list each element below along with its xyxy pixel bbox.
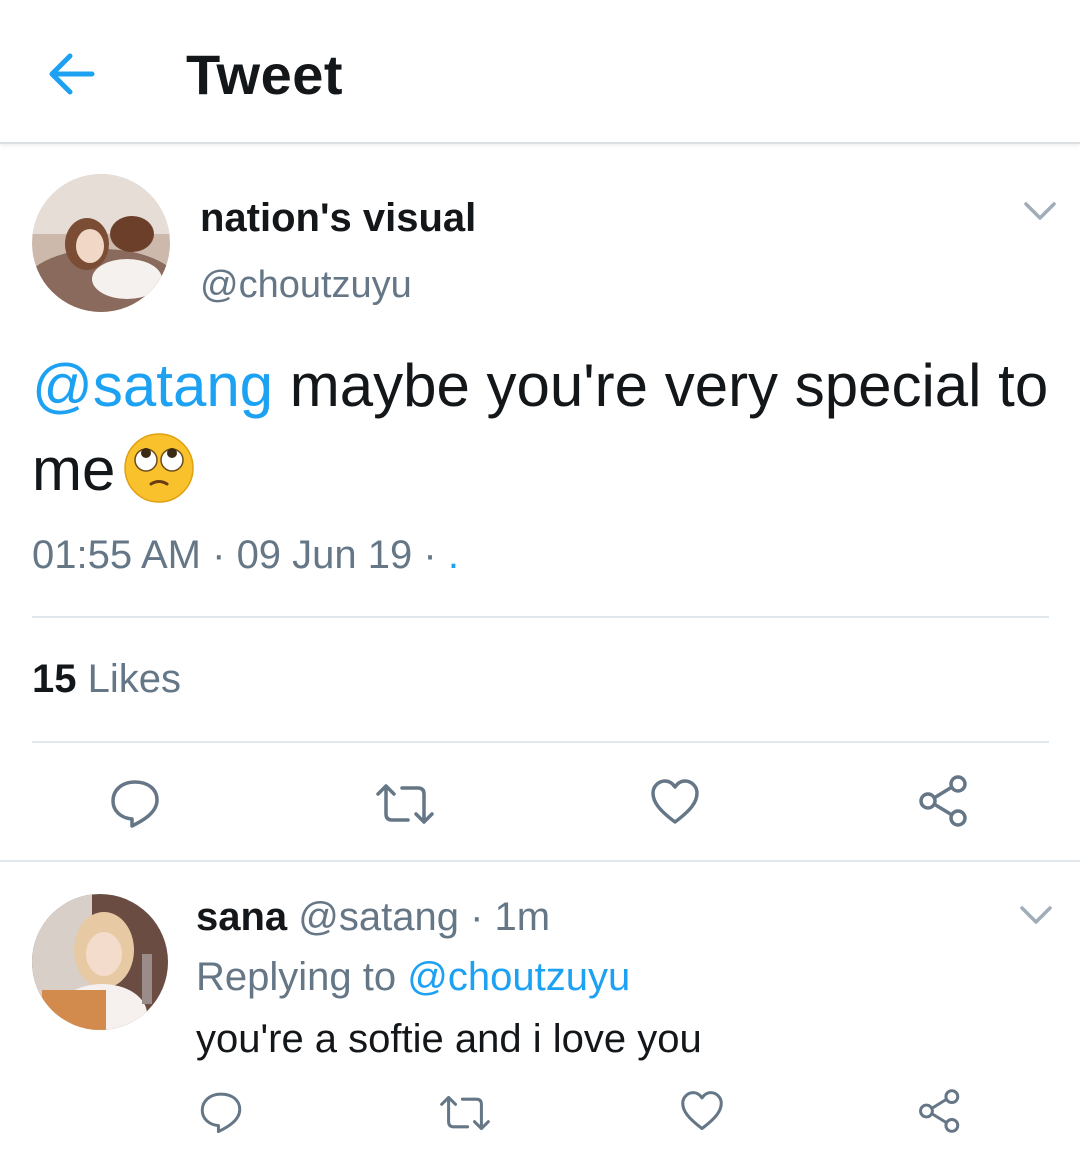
separator: · bbox=[412, 533, 448, 577]
likes-count[interactable]: 15 Likes bbox=[32, 654, 181, 704]
tweet-timestamp: 01:55 AM · 09 Jun 19 · . bbox=[32, 530, 459, 580]
mention-link[interactable]: @satang bbox=[32, 352, 273, 419]
tweet-author-handle[interactable]: @choutzuyu bbox=[200, 262, 412, 308]
page-title: Tweet bbox=[186, 43, 344, 106]
main-tweet: nation's visual @choutzuyu @satang maybe… bbox=[0, 144, 1080, 860]
share-button[interactable] bbox=[918, 1088, 962, 1139]
reply-age: · 1m bbox=[459, 895, 551, 939]
avatar-photo bbox=[32, 894, 168, 1030]
reply-icon bbox=[200, 1092, 242, 1134]
retweet-button[interactable] bbox=[374, 782, 436, 831]
replying-to: Replying to @choutzuyu bbox=[196, 952, 630, 1002]
tweet-author-name[interactable]: nation's visual bbox=[200, 194, 476, 242]
back-button[interactable] bbox=[40, 42, 104, 106]
tweet-source[interactable]: . bbox=[448, 533, 459, 577]
reply-icon bbox=[111, 780, 159, 828]
tweet-date: 09 Jun 19 bbox=[236, 533, 413, 577]
reply-author-handle[interactable]: @satang bbox=[298, 895, 459, 939]
avatar-photo bbox=[32, 174, 170, 312]
app-header: Tweet bbox=[0, 0, 1080, 144]
divider bbox=[32, 741, 1049, 743]
reply-meta: sana @satang · 1m bbox=[196, 892, 550, 942]
retweet-button[interactable] bbox=[438, 1094, 492, 1137]
divider bbox=[32, 616, 1049, 618]
share-icon bbox=[919, 775, 967, 827]
reply-tweet[interactable]: sana @satang · 1m Replying to @choutzuyu… bbox=[0, 862, 1080, 1171]
reply-button[interactable] bbox=[108, 778, 162, 833]
like-button[interactable] bbox=[650, 778, 700, 831]
avatar[interactable] bbox=[32, 894, 168, 1030]
arrow-left-icon bbox=[49, 53, 95, 95]
tweet-options-button[interactable] bbox=[1020, 196, 1060, 231]
likes-label: Likes bbox=[76, 657, 181, 701]
replying-handle-link[interactable]: @choutzuyu bbox=[407, 955, 630, 999]
chevron-down-icon bbox=[1024, 202, 1056, 220]
tweet-text: @satang maybe you're very special to me bbox=[32, 344, 1062, 526]
avatar[interactable] bbox=[32, 174, 170, 312]
chevron-down-icon bbox=[1020, 906, 1052, 924]
retweet-icon bbox=[440, 1095, 490, 1131]
share-icon bbox=[919, 1089, 960, 1133]
replying-label: Replying to bbox=[196, 955, 408, 999]
rolling-eyes-emoji-icon bbox=[123, 432, 195, 526]
heart-icon bbox=[651, 779, 699, 824]
reply-author-name[interactable]: sana bbox=[196, 895, 287, 939]
heart-icon bbox=[681, 1091, 723, 1131]
reply-options-button[interactable] bbox=[1016, 900, 1056, 935]
share-button[interactable] bbox=[918, 774, 970, 833]
like-button[interactable] bbox=[680, 1090, 724, 1137]
separator: · bbox=[201, 533, 237, 577]
likes-number: 15 bbox=[32, 657, 77, 701]
reply-button[interactable] bbox=[198, 1090, 244, 1139]
retweet-icon bbox=[376, 784, 434, 824]
reply-text: you're a softie and i love you bbox=[196, 1017, 702, 1061]
tweet-time: 01:55 AM bbox=[32, 533, 202, 577]
